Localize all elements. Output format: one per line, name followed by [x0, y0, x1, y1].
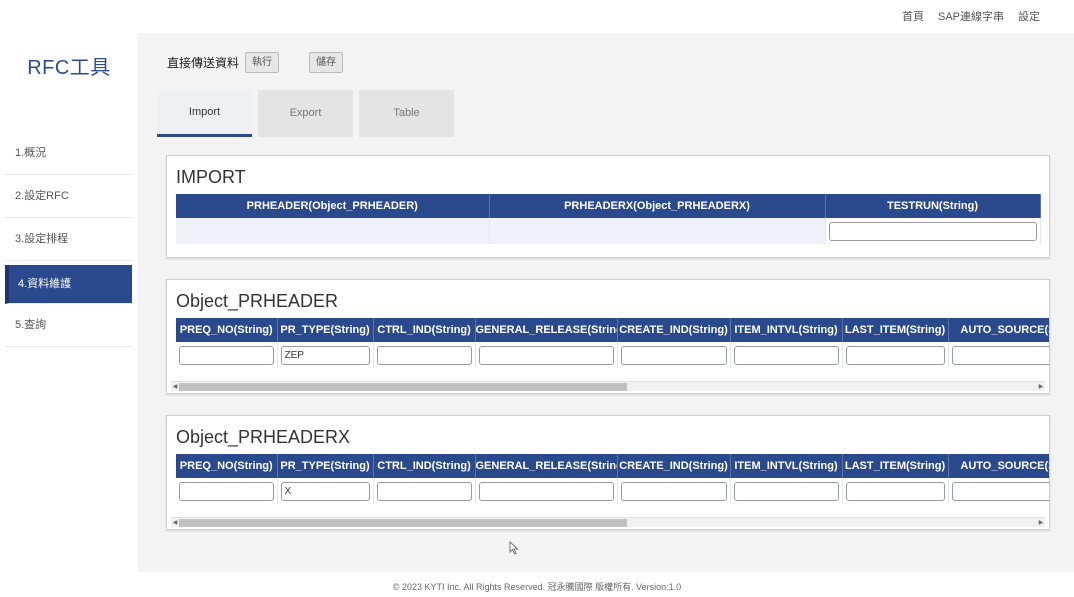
- prheaderx-table: PREQ_NO(String) PR_TYPE(String) CTRL_IND…: [176, 454, 1049, 504]
- pr-type-input[interactable]: [280, 346, 370, 365]
- sidebar-menu: 1.概況 2.設定RFC 3.設定排程 4.資料維護 5.查詢: [5, 132, 132, 347]
- column-header: PREQ_NO(String): [176, 454, 278, 478]
- scrollbar-thumb[interactable]: [179, 519, 627, 527]
- ctrl-ind-input[interactable]: [376, 346, 472, 365]
- scroll-left-arrow-icon[interactable]: ◀: [171, 382, 179, 392]
- prheader-cell[interactable]: [176, 218, 490, 244]
- table-cell: [617, 342, 731, 368]
- preq-no-input[interactable]: [179, 346, 274, 365]
- sidebar-item-overview[interactable]: 1.概況: [5, 132, 132, 175]
- table-row: [176, 342, 1049, 368]
- testrun-cell: [825, 218, 1041, 244]
- scroll-right-arrow-icon[interactable]: ▶: [1037, 382, 1045, 392]
- last-item-input[interactable]: [845, 346, 945, 365]
- create-ind-x-input[interactable]: [620, 482, 727, 501]
- table-row: [176, 478, 1049, 504]
- import-panel-title: IMPORT: [176, 167, 246, 187]
- column-header: GENERAL_RELEASE(String): [475, 454, 618, 478]
- table-cell: [373, 342, 476, 368]
- table-cell: [475, 478, 618, 504]
- sidebar: RFC工具 1.概況 2.設定RFC 3.設定排程 4.資料維護 5.查詢: [0, 33, 138, 572]
- tab-export[interactable]: Export: [258, 90, 353, 137]
- top-nav-links: 首頁 SAP連線字串 設定: [902, 8, 1040, 24]
- sidebar-item-schedule[interactable]: 3.設定排程: [5, 218, 132, 261]
- table-cell: [373, 478, 476, 504]
- column-header: PRHEADER(Object_PRHEADER): [176, 194, 490, 218]
- table-cell: [948, 478, 1049, 504]
- scrollbar-thumb[interactable]: [179, 383, 627, 391]
- column-header: CTRL_IND(String): [373, 454, 476, 478]
- prheaderx-panel-title: Object_PRHEADERX: [176, 427, 351, 447]
- column-header: PR_TYPE(String): [277, 454, 374, 478]
- item-intvl-x-input[interactable]: [733, 482, 839, 501]
- scroll-right-arrow-icon[interactable]: ▶: [1037, 518, 1045, 528]
- testrun-input[interactable]: [828, 222, 1037, 241]
- table-cell: [730, 342, 843, 368]
- auto-source-x-input[interactable]: [951, 482, 1049, 501]
- tab-table[interactable]: Table: [359, 90, 454, 137]
- ctrl-ind-x-input[interactable]: [376, 482, 472, 501]
- column-header: TESTRUN(String): [825, 194, 1041, 218]
- table-cell: [475, 342, 618, 368]
- table-cell: [277, 342, 374, 368]
- top-nav: 首頁 SAP連線字串 設定: [0, 0, 1074, 33]
- import-table: PRHEADER(Object_PRHEADER) PRHEADERX(Obje…: [176, 194, 1041, 244]
- sidebar-item-data-maintenance[interactable]: 4.資料維護: [5, 265, 132, 304]
- horizontal-scrollbar[interactable]: ◀ ▶: [171, 381, 1045, 391]
- table-cell: [948, 342, 1049, 368]
- table-cell: [842, 478, 949, 504]
- column-header: LAST_ITEM(String): [842, 454, 949, 478]
- table-cell: [176, 342, 278, 368]
- column-header: ITEM_INTVL(String): [730, 318, 843, 342]
- pr-type-x-input[interactable]: [280, 482, 370, 501]
- column-header: LAST_ITEM(String): [842, 318, 949, 342]
- column-header: CREATE_IND(String): [617, 454, 731, 478]
- preq-no-x-input[interactable]: [179, 482, 274, 501]
- save-button[interactable]: 儲存: [309, 52, 343, 73]
- column-header: AUTO_SOURCE(String): [948, 318, 1049, 342]
- nav-link-sap-connection[interactable]: SAP連線字串: [938, 8, 1004, 24]
- tab-bar: Import Export Table: [157, 90, 454, 137]
- run-button[interactable]: 執行: [245, 52, 279, 73]
- sidebar-item-query[interactable]: 5.查詢: [5, 304, 132, 347]
- column-header: PR_TYPE(String): [277, 318, 374, 342]
- prheaderx-panel: Object_PRHEADERX PREQ_NO(String) PR_TYPE…: [166, 415, 1050, 530]
- scroll-left-arrow-icon[interactable]: ◀: [171, 518, 179, 528]
- prheader-panel-title: Object_PRHEADER: [176, 291, 339, 311]
- tab-import[interactable]: Import: [157, 90, 252, 137]
- table-row: [176, 218, 1041, 244]
- table-cell: [730, 478, 843, 504]
- column-header: ITEM_INTVL(String): [730, 454, 843, 478]
- prheader-panel: Object_PRHEADER PREQ_NO(String) PR_TYPE(…: [166, 279, 1050, 394]
- general-release-x-input[interactable]: [478, 482, 614, 501]
- last-item-x-input[interactable]: [845, 482, 945, 501]
- general-release-input[interactable]: [478, 346, 614, 365]
- auto-source-input[interactable]: [951, 346, 1049, 365]
- app-brand: RFC工具: [27, 57, 111, 79]
- sidebar-item-rfc-setup[interactable]: 2.設定RFC: [5, 175, 132, 218]
- column-header: GENERAL_RELEASE(String): [475, 318, 618, 342]
- table-cell: [277, 478, 374, 504]
- nav-link-settings[interactable]: 設定: [1018, 8, 1040, 24]
- column-header: CTRL_IND(String): [373, 318, 476, 342]
- table-cell: [617, 478, 731, 504]
- nav-link-home[interactable]: 首頁: [902, 8, 924, 24]
- column-header: AUTO_SOURCE(String): [948, 454, 1049, 478]
- page-title: 直接傳送資料: [167, 56, 240, 70]
- column-header: PRHEADERX(Object_PRHEADERX): [489, 194, 826, 218]
- footer: © 2023 KYTI Inc. All Rights Reserved. 冠永…: [0, 572, 1074, 597]
- prheaderx-cell[interactable]: [489, 218, 826, 244]
- create-ind-input[interactable]: [620, 346, 727, 365]
- prheader-table: PREQ_NO(String) PR_TYPE(String) CTRL_IND…: [176, 318, 1049, 368]
- table-cell: [842, 342, 949, 368]
- table-cell: [176, 478, 278, 504]
- main-content: 直接傳送資料 執行 儲存 Import Export Table IMPORT …: [138, 33, 1074, 572]
- horizontal-scrollbar[interactable]: ◀ ▶: [171, 517, 1045, 527]
- column-header: CREATE_IND(String): [617, 318, 731, 342]
- item-intvl-input[interactable]: [733, 346, 839, 365]
- mouse-cursor-icon: [509, 541, 519, 555]
- import-panel: IMPORT PRHEADER(Object_PRHEADER) PRHEADE…: [166, 155, 1050, 258]
- column-header: PREQ_NO(String): [176, 318, 278, 342]
